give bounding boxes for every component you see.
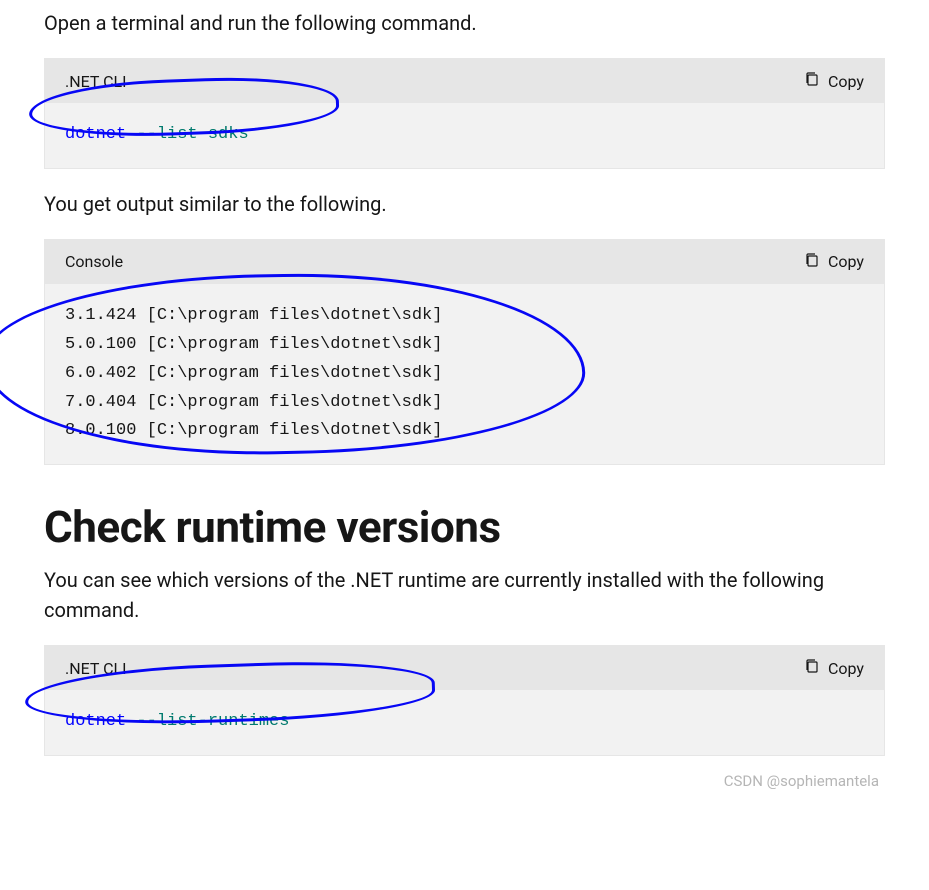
copy-button[interactable]: Copy — [804, 71, 864, 91]
copy-icon — [804, 252, 820, 272]
code-block-list-sdks: .NET CLI Copy dotnet --list-sdks — [44, 58, 885, 169]
code-content[interactable]: dotnet --list-sdks — [45, 103, 884, 168]
watermark-text: CSDN @sophiemantela — [724, 772, 879, 790]
code-block-list-runtimes: .NET CLI Copy dotnet --list-runtimes — [44, 645, 885, 756]
code-header: .NET CLI Copy — [45, 59, 884, 103]
code-language-label: Console — [65, 252, 123, 271]
copy-button[interactable]: Copy — [804, 252, 864, 272]
copy-icon — [804, 658, 820, 678]
code-language-label: .NET CLI — [65, 72, 126, 91]
code-header: .NET CLI Copy — [45, 646, 884, 690]
code-header: Console Copy — [45, 240, 884, 284]
copy-button[interactable]: Copy — [804, 658, 864, 678]
copy-label: Copy — [828, 72, 864, 91]
copy-label: Copy — [828, 659, 864, 678]
code-content[interactable]: dotnet --list-runtimes — [45, 690, 884, 755]
code-content[interactable]: 3.1.424 [C:\program files\dotnet\sdk] 5.… — [45, 284, 884, 464]
code-block-output: Console Copy 3.1.424 [C:\program files\d… — [44, 239, 885, 465]
copy-label: Copy — [828, 252, 864, 271]
copy-icon — [804, 71, 820, 91]
intro-paragraph-1: Open a terminal and run the following co… — [44, 8, 885, 38]
intro-paragraph-2: You get output similar to the following. — [44, 189, 885, 219]
intro-paragraph-3: You can see which versions of the .NET r… — [44, 565, 885, 625]
code-language-label: .NET CLI — [65, 659, 126, 678]
section-heading-runtime: Check runtime versions — [44, 501, 885, 553]
